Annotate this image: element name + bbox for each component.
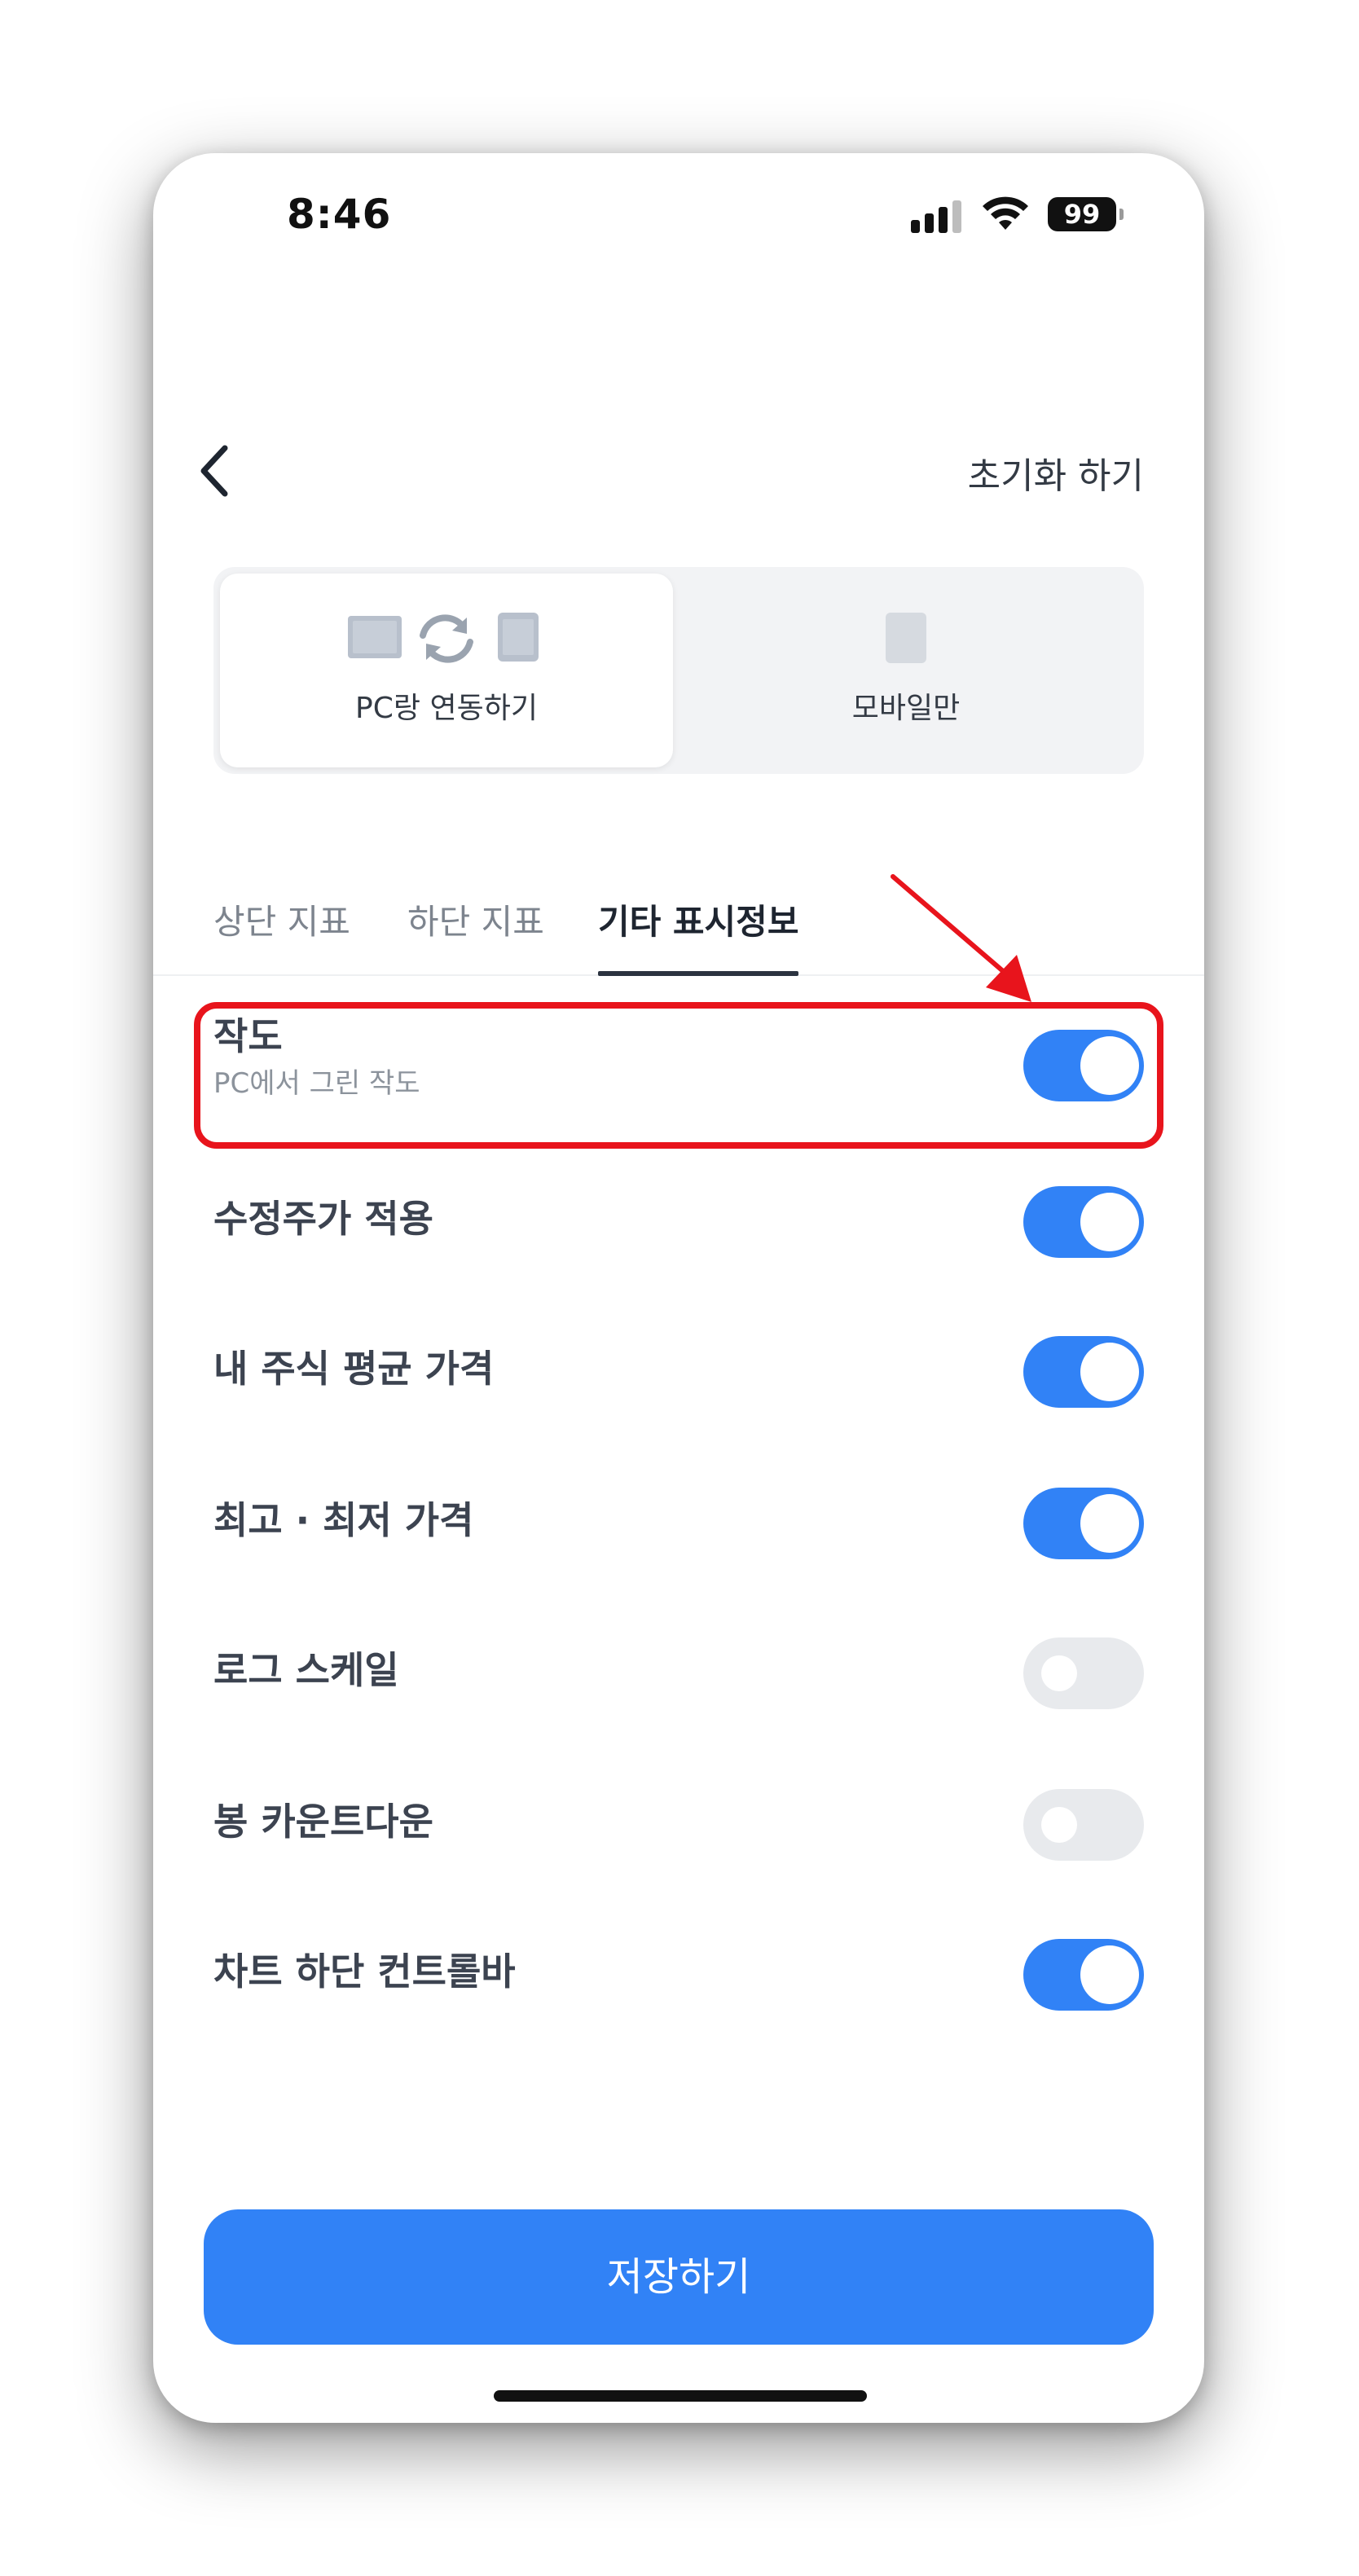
mode-option-pc-sync[interactable]: PC랑 연동하기 — [220, 574, 673, 767]
battery-icon: 99 — [1048, 197, 1124, 231]
setting-title: 최고 · 최저 가격 — [213, 1498, 474, 1542]
toggle-knob — [1080, 1945, 1139, 2004]
setting-row-candle-countdown: 봉 카운트다운 — [153, 1730, 1204, 1861]
tab-bottom-indicators[interactable]: 하단 지표 — [407, 895, 544, 973]
toggle-my-average-price[interactable] — [1023, 1336, 1144, 1408]
home-indicator — [494, 2390, 867, 2402]
setting-title: 봉 카운트다운 — [213, 1800, 433, 1844]
monitor-icon — [348, 616, 402, 658]
setting-title: 내 주식 평균 가격 — [213, 1347, 495, 1391]
setting-row-log-scale: 로그 스케일 — [153, 1579, 1204, 1709]
pc-sync-icons — [348, 613, 539, 663]
mode-segmented-control: PC랑 연동하기 모바일만 — [213, 567, 1144, 774]
status-time: 8:46 — [287, 191, 392, 238]
toggle-chart-control-bar[interactable] — [1023, 1939, 1144, 2011]
reset-button[interactable]: 초기화 하기 — [968, 446, 1144, 499]
toggle-knob — [1041, 1655, 1077, 1691]
tab-label: 하단 지표 — [407, 902, 544, 942]
annotation-highlight-box — [194, 1002, 1163, 1149]
annotation-arrow-icon — [891, 874, 1031, 1002]
battery-tip — [1119, 209, 1124, 220]
screenshot-stage: 8:46 99 초기화 하기 PC랑 연동하기 모바일만 상단 지표 하단 지표… — [0, 0, 1359, 2576]
sync-icon — [420, 614, 473, 663]
toggle-knob — [1080, 1343, 1139, 1401]
toggle-high-low-price[interactable] — [1023, 1488, 1144, 1559]
status-bar: 8:46 99 — [153, 153, 1204, 267]
mode-icons — [220, 611, 673, 668]
tab-label: 기타 표시정보 — [598, 902, 799, 942]
mode-option-mobile-only[interactable]: 모바일만 — [680, 574, 1132, 767]
signal-icon — [911, 200, 961, 233]
toggle-adjusted-price[interactable] — [1023, 1186, 1144, 1258]
setting-title: 로그 스케일 — [213, 1648, 399, 1692]
phone-frame: 8:46 99 초기화 하기 PC랑 연동하기 모바일만 상단 지표 하단 지표… — [153, 153, 1204, 2423]
tab-other-display-info[interactable]: 기타 표시정보 — [598, 895, 799, 976]
setting-row-high-low-price: 최고 · 최저 가격 — [153, 1429, 1204, 1559]
toggle-log-scale[interactable] — [1023, 1637, 1144, 1709]
back-button[interactable] — [191, 440, 240, 502]
nav-bar: 초기화 하기 — [153, 414, 1204, 536]
setting-row-my-average-price: 내 주식 평균 가격 — [153, 1277, 1204, 1408]
battery-level: 99 — [1048, 197, 1116, 231]
phone-icon — [498, 613, 539, 662]
save-button[interactable]: 저장하기 — [204, 2209, 1154, 2345]
toggle-knob — [1080, 1193, 1139, 1251]
toggle-candle-countdown[interactable] — [1023, 1789, 1144, 1861]
phone-icon — [886, 613, 926, 663]
tab-bar: 상단 지표 하단 지표 기타 표시정보 — [153, 870, 1204, 976]
toggle-knob — [1041, 1807, 1077, 1843]
tab-label: 상단 지표 — [213, 902, 350, 942]
mode-label: PC랑 연동하기 — [355, 692, 538, 725]
mode-icons — [680, 611, 1132, 668]
toggle-knob — [1080, 1494, 1139, 1553]
mode-label: 모바일만 — [851, 692, 961, 725]
setting-title: 차트 하단 컨트롤바 — [213, 1950, 516, 1994]
setting-row-chart-control-bar: 차트 하단 컨트롤바 — [153, 1880, 1204, 2011]
wifi-icon — [983, 196, 1028, 230]
tab-top-indicators[interactable]: 상단 지표 — [213, 895, 350, 973]
setting-title: 수정주가 적용 — [213, 1197, 433, 1241]
